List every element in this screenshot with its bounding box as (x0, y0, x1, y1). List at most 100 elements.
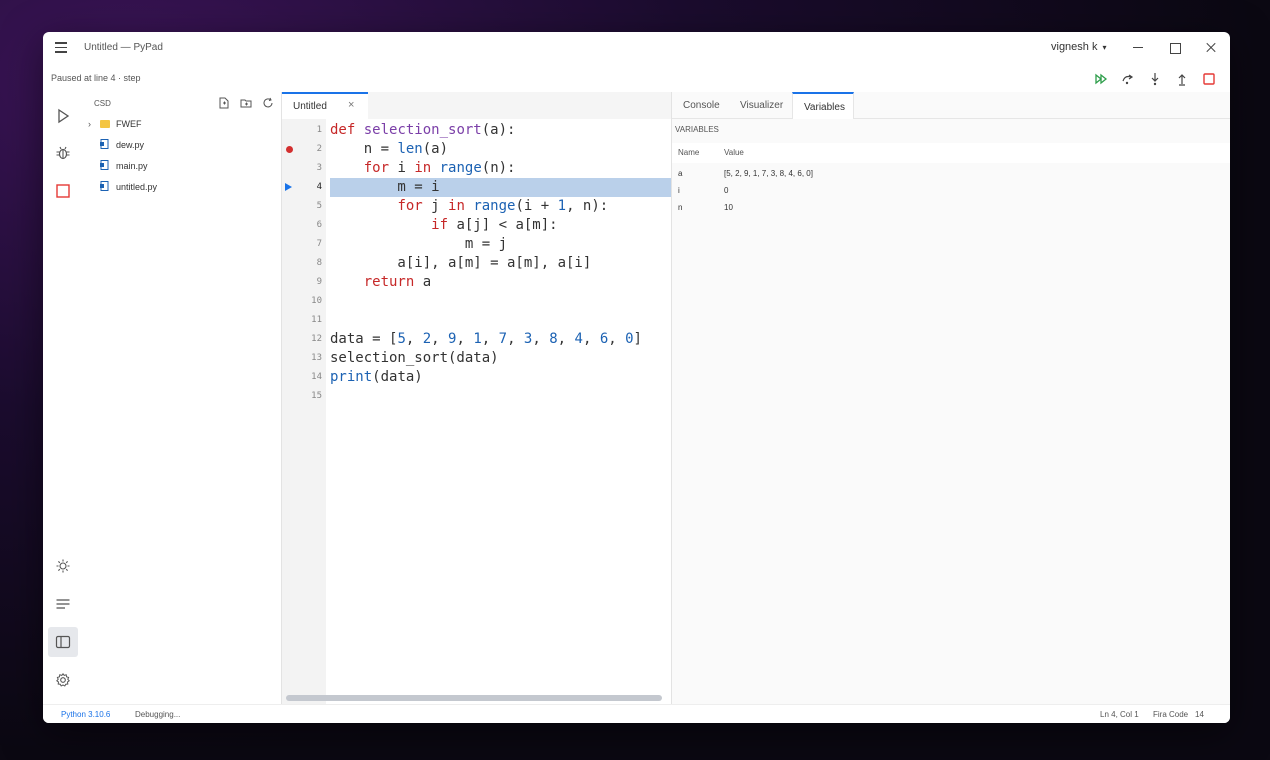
tab-console[interactable]: Console (672, 92, 729, 119)
line-number: 1 (316, 125, 322, 135)
cursor-position[interactable]: Ln 4, Col 1 (1100, 710, 1139, 719)
line-number: 14 (311, 372, 322, 382)
chevron-down-icon: ▾ (1102, 43, 1107, 52)
line-number: 8 (316, 258, 322, 268)
code-editor: Untitled × 1 2 3 4 5 6 7 8 9 10 11 12 13 14 15 def sel… (281, 92, 672, 704)
right-panel: Console Visualizer Variables VARIABLES N… (671, 92, 1230, 704)
code-line: def selection_sort(a): (330, 122, 516, 138)
editor-font-size[interactable]: 14 (1195, 710, 1204, 719)
new-folder-button[interactable] (239, 96, 253, 110)
horizontal-scrollbar[interactable] (286, 695, 662, 701)
python-file-icon (100, 181, 110, 191)
line-number-gutter[interactable]: 1 2 3 4 5 6 7 8 9 10 11 12 13 14 15 (282, 119, 326, 704)
refresh-button[interactable] (261, 96, 275, 110)
line-number: 9 (316, 277, 322, 287)
sun-icon (56, 559, 70, 573)
stop-button[interactable] (48, 176, 78, 206)
code-line: a[i], a[m] = a[m], a[i] (330, 255, 592, 271)
editor-font[interactable]: Fira Code (1153, 710, 1188, 719)
stop-icon (56, 184, 70, 198)
line-number: 3 (316, 163, 322, 173)
minimize-button[interactable] (1128, 38, 1148, 58)
variable-name: n (678, 203, 683, 212)
debug-status-text: Paused at line 4 · step (51, 73, 141, 83)
close-window-button[interactable] (1201, 38, 1221, 58)
line-number: 12 (311, 334, 322, 344)
chevron-right-icon: › (88, 119, 91, 129)
tree-item-label: dew.py (116, 140, 145, 150)
step-into-icon (1151, 73, 1159, 86)
variable-value: 0 (724, 186, 729, 195)
step-into-button[interactable] (1146, 70, 1164, 88)
file-explorer: CSD › FWEF dew.py main.py untitled.py (83, 92, 281, 704)
settings-button[interactable] (48, 665, 78, 695)
debug-button[interactable] (48, 138, 78, 168)
code-line: for j in range(i + 1, n): (397, 198, 609, 214)
breakpoint-icon[interactable] (286, 146, 293, 153)
tree-file[interactable]: dew.py (83, 136, 281, 154)
code-line: m = j (330, 236, 508, 252)
refresh-icon (263, 97, 273, 108)
code-line: data = [5, 2, 9, 1, 7, 3, 8, 4, 6, 0] (330, 331, 642, 347)
continue-button[interactable] (1092, 70, 1110, 88)
line-number: 10 (311, 296, 322, 306)
new-file-button[interactable] (217, 96, 231, 110)
variable-row[interactable]: a [5, 2, 9, 1, 7, 3, 8, 4, 6, 0] (672, 165, 1230, 182)
activity-bar (43, 92, 83, 704)
explorer-title: CSD (94, 99, 111, 108)
code-line: for i in range(n): (363, 160, 516, 176)
tree-folder[interactable]: › FWEF (83, 115, 281, 133)
app-window: Untitled — PyPad vignesh k ▾ Paused at li… (43, 32, 1230, 723)
tab-visualizer[interactable]: Visualizer (729, 92, 792, 119)
code-line: n = len(a) (330, 141, 449, 157)
tab-untitled[interactable]: Untitled × (282, 92, 368, 119)
gear-icon (56, 672, 70, 687)
python-file-icon (100, 160, 110, 170)
theme-toggle-button[interactable] (48, 551, 78, 581)
variable-row[interactable]: i 0 (672, 182, 1230, 199)
tab-label: Console (683, 100, 720, 111)
tab-label: Visualizer (740, 100, 784, 111)
code-line: selection_sort(data) (330, 350, 499, 366)
code-line: print(data) (330, 369, 423, 385)
debug-toolbar (1092, 70, 1222, 88)
tree-file[interactable]: untitled.py (83, 178, 281, 196)
column-header-value: Value (724, 148, 744, 157)
tab-variables[interactable]: Variables (792, 92, 854, 119)
run-button[interactable] (48, 101, 78, 131)
code-area[interactable]: def selection_sort(a): n = len(a) for i … (330, 119, 672, 679)
stop-icon (1203, 73, 1215, 85)
close-icon[interactable]: × (348, 99, 354, 111)
user-menu[interactable]: vignesh k ▾ (1051, 41, 1107, 53)
python-version[interactable]: Python 3.10.6 (61, 710, 110, 719)
sidebar-toggle-button[interactable] (48, 627, 78, 657)
new-folder-icon (240, 99, 252, 108)
code-line: return a (363, 274, 432, 290)
step-out-button[interactable] (1173, 70, 1191, 88)
tab-label: Variables (804, 102, 845, 113)
new-file-icon (219, 97, 229, 109)
tree-item-label: untitled.py (116, 182, 158, 192)
debug-icon (56, 146, 70, 160)
step-over-icon (1122, 74, 1134, 85)
step-over-button[interactable] (1119, 70, 1137, 88)
column-header-name: Name (678, 148, 700, 157)
outline-button[interactable] (48, 589, 78, 619)
run-icon (58, 108, 70, 124)
editor-tab-bar: Untitled × (282, 92, 671, 119)
line-number: 6 (316, 220, 322, 230)
maximize-button[interactable] (1165, 38, 1185, 58)
variables-table-header: Name Value (672, 143, 1230, 163)
line-number: 7 (316, 239, 322, 249)
variable-value: [5, 2, 9, 1, 7, 3, 8, 4, 6, 0] (724, 169, 813, 178)
tree-file[interactable]: main.py (83, 157, 281, 175)
code-line: if a[j] < a[m]: (431, 217, 558, 233)
user-name: vignesh k (1051, 41, 1098, 53)
current-line-arrow-icon (285, 183, 292, 191)
code-line: m = i (330, 179, 440, 195)
line-number: 11 (311, 315, 322, 325)
stop-debug-button[interactable] (1200, 70, 1218, 88)
variable-row[interactable]: n 10 (672, 199, 1230, 216)
hamburger-menu-icon[interactable] (55, 42, 67, 53)
debug-state: Debugging... (135, 710, 181, 719)
